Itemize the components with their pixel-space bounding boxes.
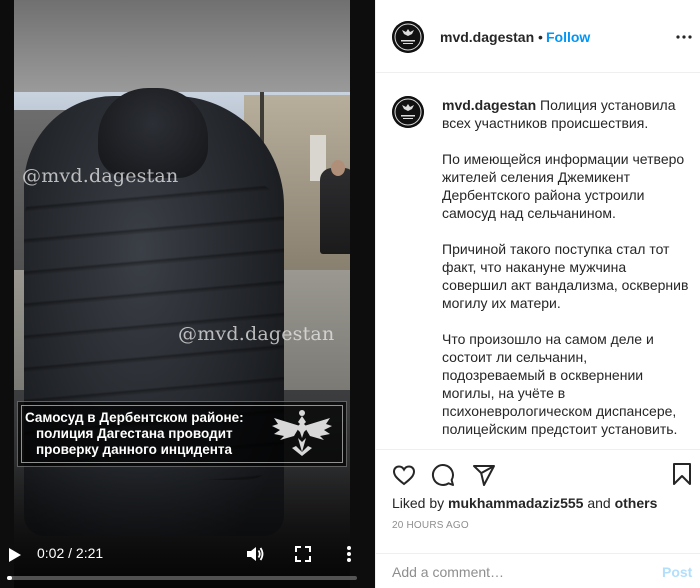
video-progress-bar[interactable] [7,576,357,580]
comment-input[interactable]: Add a comment… [392,564,642,580]
mvd-logo-icon [392,96,424,128]
volume-icon[interactable] [244,543,266,565]
video-person-head [331,160,345,176]
video-controls: 0:02 / 2:21 [0,540,375,588]
share-icon[interactable] [472,463,496,487]
post-actions: Liked by mukhammadaziz555 and others 20 … [376,449,700,539]
mvd-logo-icon [392,21,424,53]
header-separator: • [538,29,543,45]
video-time: 0:02 / 2:21 [37,545,104,561]
video-frame[interactable] [14,0,350,588]
heart-icon[interactable] [392,463,416,487]
play-icon[interactable] [6,544,24,566]
post-header: mvd.dagestan • Follow [376,0,700,73]
post-side-panel: mvd.dagestan • Follow mvd.dagestan Полиц… [375,0,700,588]
post-comment-button[interactable]: Post [662,564,692,580]
add-comment-bar: Add a comment… Post [376,553,700,588]
video-person-background [320,168,350,254]
caption-paragraph-2: По имеющейся информации четверо жителей … [442,151,685,221]
watermark-top: @mvd.dagestan [22,165,179,187]
liked-user-link[interactable]: mukhammadaziz555 [448,495,583,511]
watermark-mid: @mvd.dagestan [178,323,335,345]
caption-paragraph-1: mvd.dagestan Полиция установила всех уча… [442,96,692,132]
caption-author[interactable]: mvd.dagestan [442,97,536,113]
more-vertical-icon[interactable] [341,543,357,565]
avatar[interactable] [392,96,424,128]
caption-paragraph-4: Что произошло на самом деле и состоит ли… [442,331,678,437]
video-progress-fill [7,576,13,580]
more-horizontal-icon[interactable] [674,28,694,46]
video-caption-box: Самосуд в Дербентском районе: полиция Да… [17,401,347,467]
caption-line-1: Самосуд в Дербентском районе: [25,410,244,425]
liked-and: and [587,495,611,511]
liked-others-link[interactable]: others [615,495,658,511]
caption-line-3: проверку данного инцидента [36,442,233,457]
liked-by-text: Liked by mukhammadaziz555 and others [392,495,657,511]
video-blur-top [14,0,350,92]
video-player[interactable]: @mvd.dagestan @mvd.dagestan Самосуд в Де… [0,0,375,588]
police-eagle-emblem-icon [272,410,332,456]
follow-button[interactable]: Follow [546,29,590,45]
bookmark-icon[interactable] [672,462,692,486]
post-timestamp[interactable]: 20 HOURS AGO [392,520,469,531]
caption-comment-area: mvd.dagestan Полиция установила всех уча… [376,74,700,448]
avatar[interactable] [392,21,424,53]
caption-paragraph-3: Причиной такого поступка стал тот факт, … [442,241,689,311]
comment-icon[interactable] [431,463,455,487]
post-caption: mvd.dagestan Полиция установила всех уча… [442,96,692,448]
header-username[interactable]: mvd.dagestan [440,29,534,45]
caption-line-2: полиция Дагестана проводит [36,426,233,441]
liked-prefix: Liked by [392,495,445,511]
fullscreen-icon[interactable] [293,544,313,564]
